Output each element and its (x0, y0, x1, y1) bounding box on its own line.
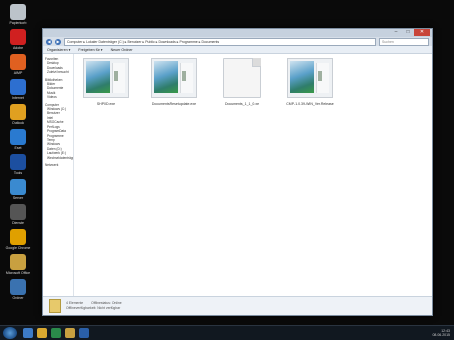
share-button[interactable]: Freigeben für ▾ (78, 48, 102, 52)
desktop-icon-microsoft-office[interactable]: Microsoft Office (1, 254, 35, 275)
file-area: SHP0D.exe DocumentsResetupdate.exe Documen… (74, 54, 432, 297)
app-icon (10, 229, 26, 245)
maximize-button[interactable]: □ (402, 29, 414, 36)
desktop-icon-label: Adobe (12, 46, 24, 50)
app-icon (10, 204, 26, 220)
title-bar[interactable]: – □ ✕ (43, 29, 432, 37)
app-icon (10, 4, 26, 20)
installer-thumbnail-icon (151, 58, 197, 98)
desktop-icon-label: Google Chrome (5, 246, 31, 250)
command-bar: Organisieren ▾ Freigeben für ▾ Neuer Ord… (43, 46, 432, 54)
desktop-icon-tools[interactable]: Tools (1, 154, 35, 175)
navigation-pane: Favoriten Desktop Downloads Zuletzt besucht… (43, 54, 74, 297)
nav-item-netzwerk[interactable]: Netzwerk (43, 163, 73, 167)
app-icon (10, 129, 26, 145)
desktop-icon-aimp[interactable]: AIMP (1, 54, 35, 75)
desktop-icon-label: Microsoft Office (5, 271, 31, 275)
file-name: Documents_1_1_0.xe (224, 102, 260, 106)
file-item[interactable]: SHP0D.exe (82, 58, 130, 106)
desktop-icon-label: Papierkorb (9, 21, 27, 25)
app-icon (10, 154, 26, 170)
taskbar-outlook-icon[interactable] (79, 328, 89, 338)
explorer-window: – □ ✕ ◀ ▶ Computer ▸ Lokaler Datenträger… (42, 28, 433, 316)
desktop-icon-label: Tools (13, 171, 23, 175)
desktop-icon-label: Ordner (12, 296, 24, 300)
nav-item-wechseldatentr-ger[interactable]: Wechseldatenträger (43, 156, 73, 160)
minimize-button[interactable]: – (390, 29, 402, 36)
desktop-icon-label: Server (12, 196, 24, 200)
nav-item-zuletzt-besucht[interactable]: Zuletzt besucht (43, 70, 73, 74)
details-meta: 4 Elemente Offlinestatus: Online Offlinev… (66, 301, 130, 311)
organize-button[interactable]: Organisieren ▾ (47, 48, 70, 52)
desktop-icon-outlook[interactable]: Outlook (1, 104, 35, 125)
app-icon (10, 79, 26, 95)
installer-thumbnail-icon (287, 58, 333, 98)
details-pane: 4 Elemente Offlinestatus: Online Offlinev… (43, 296, 432, 315)
taskbar-folder-icon[interactable] (65, 328, 75, 338)
desktop-icon-label: Internet (12, 96, 24, 100)
file-item[interactable]: CMP-1.0.39-WIN_Ver.Release (286, 58, 334, 106)
app-icon (10, 179, 26, 195)
folder-icon (49, 299, 61, 313)
offline-availability: Offlineverfügbarkeit: Nicht verfügbar (66, 306, 121, 310)
app-icon (10, 104, 26, 120)
installer-thumbnail-icon (83, 58, 129, 98)
desktop-icon-server[interactable]: Server (1, 179, 35, 200)
app-icon (10, 29, 26, 45)
item-count: 4 Elemente (66, 301, 84, 305)
file-name: CMP-1.0.39-WIN_Ver.Release (286, 102, 334, 106)
desktop-icon-label: AIMP (13, 71, 23, 75)
taskbar-apps (23, 328, 89, 338)
desktop-icon-google-chrome[interactable]: Google Chrome (1, 229, 35, 250)
desktop-icon-label: Dienste (12, 221, 24, 225)
taskbar: 12:43 08.06.2015 (0, 325, 454, 340)
document-icon (223, 58, 261, 98)
address-bar-row: ◀ ▶ Computer ▸ Lokaler Datenträger (C:) … (43, 37, 432, 46)
app-icon (10, 254, 26, 270)
desktop-icon-internet[interactable]: Internet (1, 79, 35, 100)
desktop-icon-papierkorb[interactable]: Papierkorb (1, 4, 35, 25)
desktop-icon-adobe[interactable]: Adobe (1, 29, 35, 50)
clock-date[interactable]: 08.06.2015 (432, 333, 450, 337)
desktop-icon-label: Outlook (11, 121, 25, 125)
search-input[interactable]: Suchen (379, 37, 429, 46)
file-item[interactable]: DocumentsResetupdate.exe (150, 58, 198, 106)
file-item[interactable]: Documents_1_1_0.xe (218, 58, 266, 106)
back-button[interactable]: ◀ (46, 38, 52, 45)
forward-button[interactable]: ▶ (55, 38, 61, 45)
taskbar-chrome-icon[interactable] (37, 328, 47, 338)
file-name: SHP0D.exe (96, 102, 116, 106)
start-button[interactable] (3, 327, 17, 339)
desktop-icon-ordner[interactable]: Ordner (1, 279, 35, 300)
desktop-icon-label: Eset (14, 146, 22, 150)
system-tray: 12:43 08.06.2015 (432, 329, 450, 337)
taskbar-explorer-icon[interactable] (23, 328, 33, 338)
desktop-icon-eset[interactable]: Eset (1, 129, 35, 150)
window-controls: – □ ✕ (390, 29, 430, 36)
close-button[interactable]: ✕ (414, 29, 430, 36)
address-field[interactable]: Computer ▸ Lokaler Datenträger (C:) ▸ Be… (64, 37, 376, 46)
window-body: Favoriten Desktop Downloads Zuletzt besucht… (43, 54, 432, 297)
app-icon (10, 279, 26, 295)
app-icon (10, 54, 26, 70)
new-folder-button[interactable]: Neuer Ordner (111, 48, 133, 52)
desktop-icon-dienste[interactable]: Dienste (1, 204, 35, 225)
offline-status: Offlinestatus: Online (91, 301, 122, 305)
taskbar-media-icon[interactable] (51, 328, 61, 338)
file-name: DocumentsResetupdate.exe (151, 102, 197, 106)
